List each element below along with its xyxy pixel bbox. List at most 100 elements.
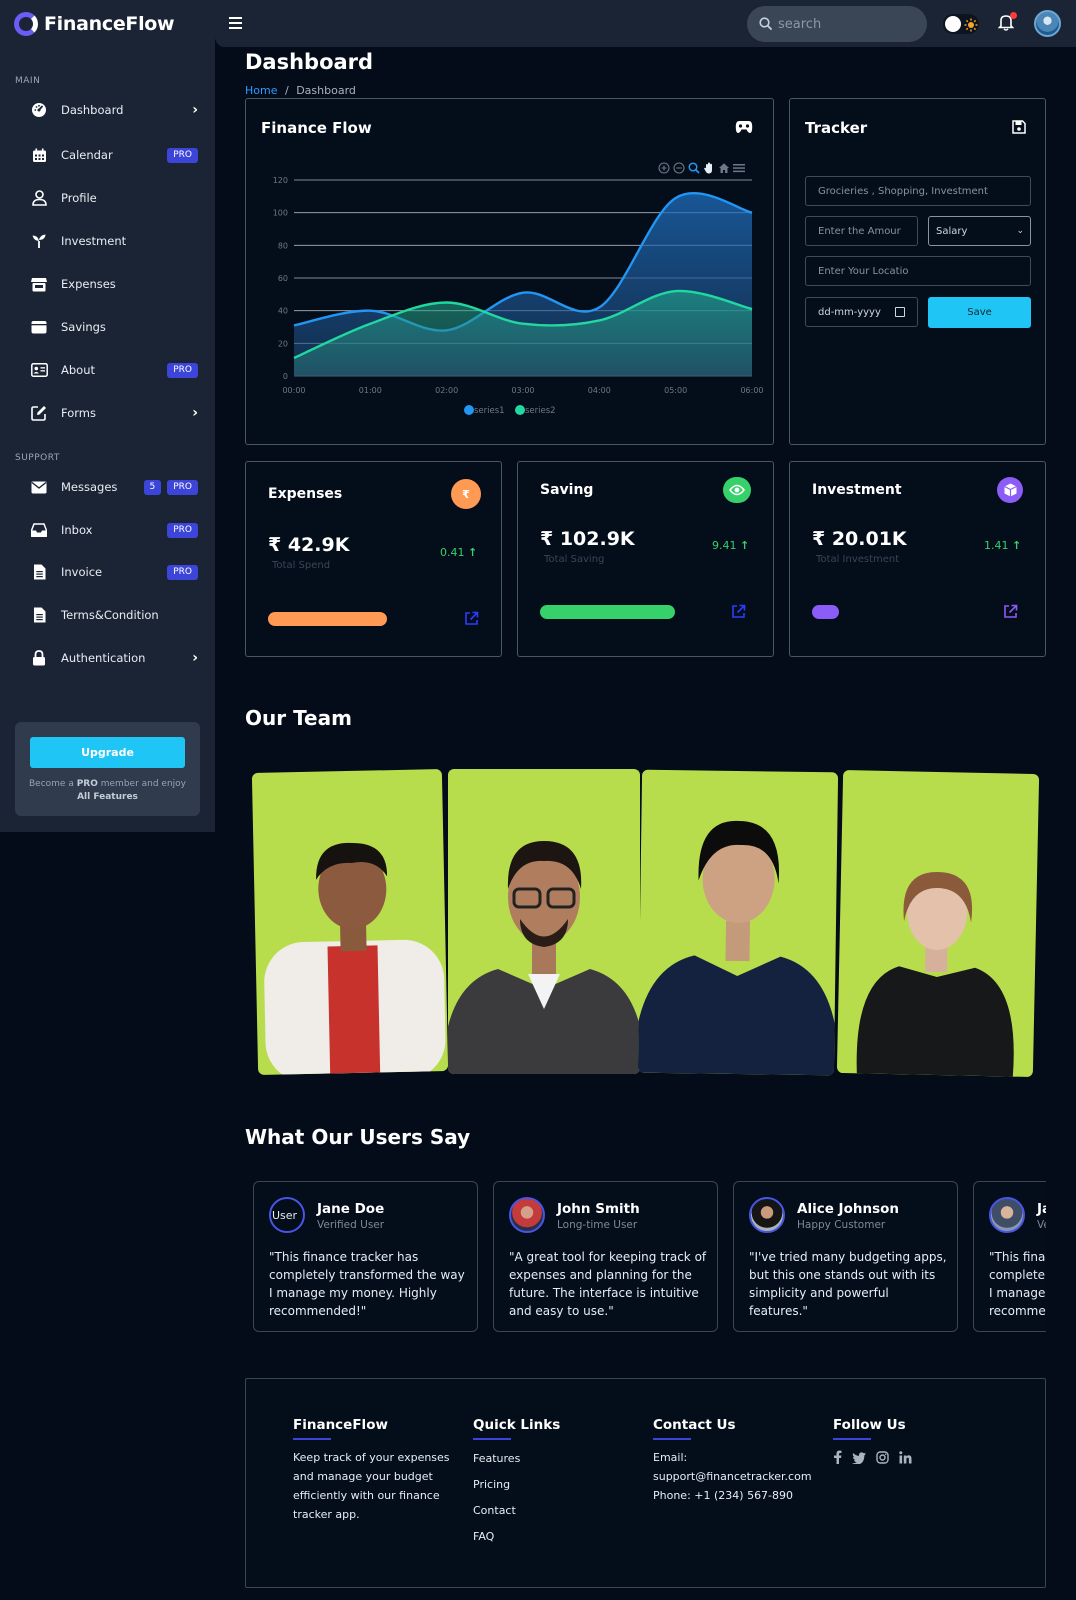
email-link[interactable]: support@financetracker.com (653, 1467, 813, 1486)
pro-badge: PRO (167, 564, 198, 580)
external-link-icon[interactable] (1003, 604, 1018, 623)
external-link-icon[interactable] (731, 604, 746, 623)
hamburger-menu-icon[interactable] (229, 14, 247, 32)
stat-delta: 1.41 ↑ (984, 539, 1022, 552)
y-tick-label: 60 (278, 274, 288, 283)
instagram-icon[interactable] (876, 1449, 889, 1468)
breadcrumb-home-link[interactable]: Home (245, 84, 277, 97)
footer-link-faq[interactable]: FAQ (473, 1530, 560, 1556)
y-tick-label: 0 (283, 372, 288, 381)
progress-bar (812, 605, 839, 619)
heading-underline (833, 1438, 871, 1440)
sidebar-item-inbox[interactable]: Inbox PRO (30, 516, 198, 544)
stat-subtitle: Total Investment (816, 554, 900, 565)
footer-link-contact[interactable]: Contact (473, 1504, 560, 1530)
card-title: Investment (812, 482, 902, 498)
heading-underline (293, 1438, 331, 1440)
progress-bar (268, 612, 387, 626)
team-member-photo-1 (251, 769, 449, 1075)
location-input[interactable] (805, 256, 1031, 286)
investment-card: Investment ₹ 20.01K Total Investment 1.4… (789, 461, 1046, 657)
card-title: Saving (540, 482, 594, 498)
brand[interactable]: FinanceFlow (14, 12, 175, 36)
testimonial-quote: "This finance tracker has completely tra… (269, 1250, 465, 1318)
legend-label: series2 (525, 406, 556, 416)
twitter-icon[interactable] (852, 1449, 866, 1468)
search-box[interactable] (747, 6, 927, 42)
upgrade-button[interactable]: Upgrade (30, 737, 185, 768)
sun-icon (964, 17, 978, 36)
date-input-value: dd-mm-yyyy (818, 306, 881, 318)
section-support-label: SUPPORT (15, 453, 60, 463)
sidebar-item-investment[interactable]: Investment (30, 227, 198, 255)
amount-input[interactable] (805, 216, 918, 246)
sidebar-item-forms[interactable]: Forms › (30, 399, 198, 427)
sidebar-item-label: Invoice (61, 565, 103, 579)
testimonial-card: Alice Johnson Happy Customer "I've tried… (733, 1181, 958, 1332)
theme-toggle[interactable] (943, 14, 979, 34)
sidebar-item-authentication[interactable]: Authentication › (30, 644, 198, 672)
user-avatar[interactable] (1034, 10, 1061, 37)
sidebar-item-dashboard[interactable]: Dashboard › (30, 96, 198, 124)
calendar-picker-icon[interactable] (895, 307, 905, 317)
team-member-photo-2 (448, 769, 640, 1074)
external-link-icon[interactable] (464, 611, 479, 630)
save-button[interactable]: Save (928, 297, 1031, 328)
stat-subtitle: Total Saving (544, 554, 605, 565)
saving-card: Saving ₹ 102.9K Total Saving 9.41 ↑ (517, 461, 774, 657)
sidebar-item-expenses[interactable]: Expenses (30, 270, 198, 298)
legend-marker (464, 405, 474, 415)
section-main-label: MAIN (15, 76, 41, 86)
expenses-card: Expenses ₹ ₹ 42.9K Total Spend 0.41 ↑ (245, 461, 502, 657)
linkedin-icon[interactable] (899, 1449, 912, 1468)
footer-link-features[interactable]: Features (473, 1452, 560, 1478)
sidebar-item-label: Investment (61, 234, 127, 248)
person-silhouette-icon (448, 841, 640, 1074)
sidebar-item-messages[interactable]: Messages 5 PRO (30, 473, 198, 501)
testimonial-name: Jane Doe (1037, 1201, 1046, 1217)
avatar (509, 1197, 545, 1233)
facebook-icon[interactable] (833, 1449, 842, 1468)
testimonial-name: John Smith (557, 1201, 640, 1217)
id-card-icon (30, 361, 48, 379)
chevron-down-icon: ⌄ (1016, 226, 1024, 236)
legend-label: series1 (474, 406, 505, 416)
testimonials-carousel[interactable]: User Jane Doe Verified User "This financ… (245, 1180, 1046, 1335)
chevron-right-icon: › (192, 405, 198, 421)
stat-subtitle: Total Spend (272, 560, 331, 571)
pro-badge: PRO (167, 479, 198, 495)
file-icon (30, 563, 48, 581)
sidebar-item-label: Authentication (61, 651, 146, 665)
upgrade-text: Become a PRO member and enjoy All Feature… (28, 779, 187, 802)
speedometer-icon (30, 101, 48, 119)
footer-link-pricing[interactable]: Pricing (473, 1478, 560, 1504)
category-input[interactable] (805, 176, 1031, 206)
sidebar-item-calendar[interactable]: Calendar PRO (30, 141, 198, 169)
type-select[interactable]: Salary ⌄ (928, 216, 1031, 246)
sidebar-item-invoice[interactable]: Invoice PRO (30, 558, 198, 586)
search-icon (759, 15, 772, 34)
team-member-photo-4 (836, 769, 1040, 1078)
sidebar-item-label: Forms (61, 406, 96, 420)
sidebar-item-terms[interactable]: Terms&Condition (30, 601, 198, 629)
save-disk-icon[interactable] (1012, 119, 1026, 138)
testimonials-section-title: What Our Users Say (245, 1125, 471, 1149)
date-input[interactable]: dd-mm-yyyy (805, 297, 918, 327)
finance-area-chart: 0 20 40 60 80 100 120 00:00 01:00 02:00 03:00 04:00… (273, 176, 764, 416)
sidebar-item-profile[interactable]: Profile (30, 184, 198, 212)
avatar (989, 1197, 1025, 1233)
testimonial-quote: "This finance tracker has completely tra… (989, 1250, 1046, 1318)
notification-bell-icon[interactable] (997, 12, 1017, 35)
sidebar-item-label: Inbox (61, 523, 93, 537)
testimonial-card: John Smith Long-time User "A great tool … (493, 1181, 718, 1332)
team-section-title: Our Team (245, 706, 352, 730)
toggle-knob (945, 16, 961, 32)
sidebar-item-about[interactable]: About PRO (30, 356, 198, 384)
search-input[interactable] (778, 16, 908, 32)
sidebar-item-label: Savings (61, 320, 106, 334)
sidebar-item-savings[interactable]: Savings (30, 313, 198, 341)
y-tick-label: 40 (278, 307, 288, 316)
footer: FinanceFlow Keep track of your expenses … (245, 1378, 1046, 1588)
person-silhouette-icon (264, 842, 446, 1075)
edit-icon (30, 404, 48, 422)
